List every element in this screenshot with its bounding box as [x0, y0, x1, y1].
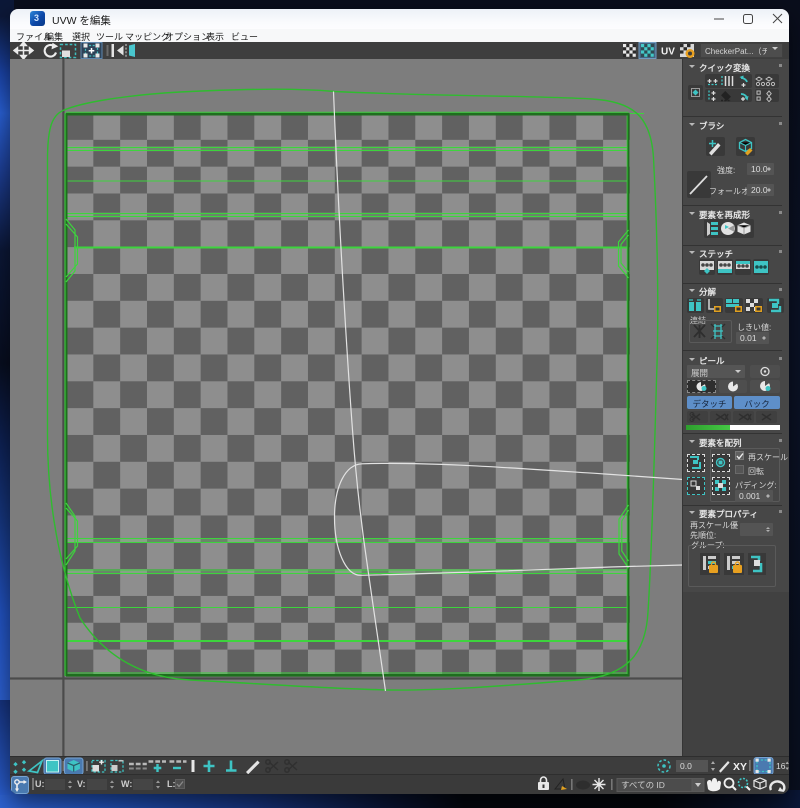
svg-text:XY: XY: [733, 761, 747, 773]
svg-text:0.0: 0.0: [680, 761, 692, 771]
svg-text:16: 16: [776, 761, 786, 771]
svg-text:UV: UV: [661, 47, 675, 58]
svg-text:すべての ID: すべての ID: [621, 780, 665, 790]
